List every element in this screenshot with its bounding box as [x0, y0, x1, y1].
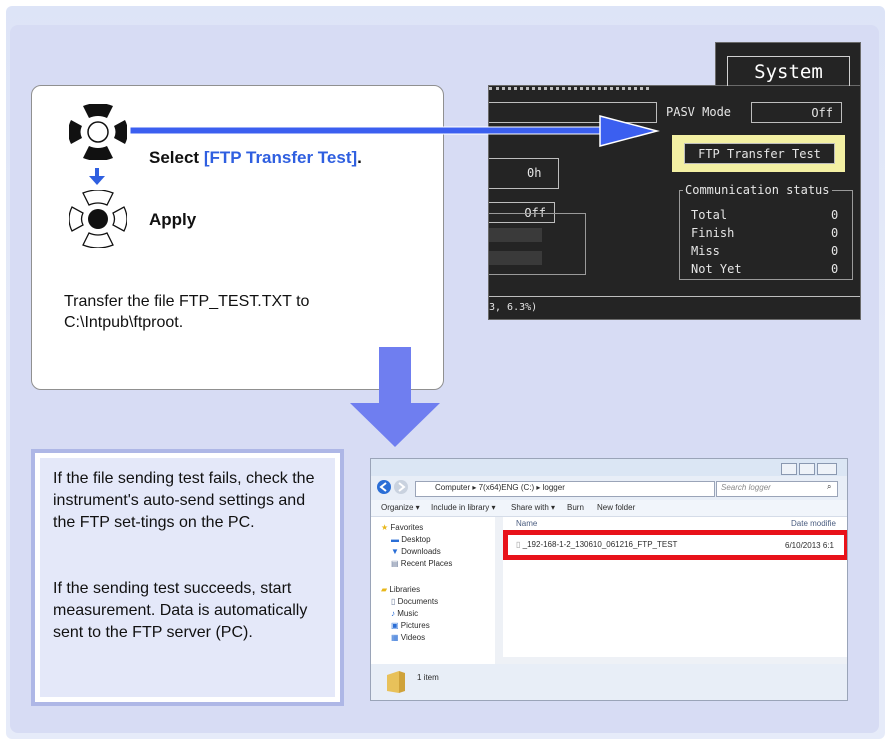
crumb-drive[interactable]: 7(x64)ENG (C:): [479, 483, 535, 492]
stat-notyet-label: Not Yet: [691, 262, 742, 276]
dark-field-1: [489, 228, 542, 242]
info-box: If the file sending test fails, check th…: [31, 449, 344, 706]
file-row[interactable]: ▯ _192-168-1-2_130610_061216_FTP_TEST: [516, 540, 677, 549]
close-button[interactable]: [817, 463, 838, 475]
minimize-button[interactable]: [781, 463, 797, 475]
status-text: 1 item: [417, 673, 439, 682]
scrollbar-horizontal[interactable]: [495, 657, 847, 664]
group-frame: [489, 213, 586, 275]
nav-pictures[interactable]: ▣ Pictures: [391, 621, 430, 630]
screen-divider: [489, 296, 860, 297]
toolbar-burn[interactable]: Burn: [567, 503, 584, 512]
nav-favorites[interactable]: ★ Favorites: [381, 523, 423, 532]
crumb-logger[interactable]: logger: [543, 483, 565, 492]
toolbar-organize[interactable]: Organize ▾: [381, 503, 420, 512]
dotted-separator: [489, 87, 649, 96]
stat-miss-label: Miss: [691, 244, 720, 258]
transfer-note: Transfer the file FTP_TEST.TXT to C:\Int…: [64, 293, 310, 331]
dark-field-2: [489, 251, 542, 265]
select-instruction: Select [FTP Transfer Test].: [149, 148, 362, 167]
fail-text: If the file sending test fails, check th…: [53, 470, 315, 531]
pasv-label: PASV Mode: [666, 105, 732, 119]
col-name-header[interactable]: Name: [516, 519, 537, 528]
explorer-window: Computer ▸ 7(x64)ENG (C:) ▸ logger Searc…: [370, 458, 848, 701]
stat-miss-value: 0: [831, 244, 839, 258]
folder-icon: [387, 671, 405, 693]
forward-button[interactable]: [393, 479, 409, 495]
enter-key-icon: [69, 190, 127, 248]
nav-downloads[interactable]: ▼ Downloads: [391, 547, 441, 556]
status-bar: [371, 664, 847, 700]
success-text: If the sending test succeeds, start meas…: [53, 580, 308, 641]
toolbar-share[interactable]: Share with ▾: [511, 503, 555, 512]
nav-documents[interactable]: ▯ Documents: [391, 597, 438, 606]
file-date: 6/10/2013 6:1: [785, 541, 834, 550]
crumb-computer[interactable]: Computer: [435, 483, 470, 492]
down-arrow-icon: [89, 168, 105, 185]
maximize-button[interactable]: [799, 463, 816, 475]
toolbar-include[interactable]: Include in library ▾: [431, 503, 496, 512]
pointer-arrow: [130, 115, 660, 147]
nav-music[interactable]: ♪ Music: [391, 609, 418, 618]
col-date-header[interactable]: Date modifie: [791, 519, 836, 528]
nav-pane: [371, 517, 496, 672]
ftp-transfer-test-button[interactable]: FTP Transfer Test: [684, 143, 835, 164]
pasv-value[interactable]: Off: [751, 102, 842, 123]
file-icon: ▯: [516, 540, 521, 549]
info-box-inner: If the file sending test fails, check th…: [40, 458, 335, 697]
apply-instruction: Apply: [149, 210, 197, 229]
system-tab[interactable]: System: [715, 42, 861, 86]
scrollbar-vertical[interactable]: [495, 517, 503, 657]
system-tab-label: System: [727, 56, 850, 86]
search-placeholder: Search logger: [721, 483, 771, 492]
stat-notyet-value: 0: [831, 262, 839, 276]
stat-total-value: 0: [831, 208, 839, 222]
search-icon: ⌕: [827, 482, 832, 491]
nav-recent[interactable]: ▤ Recent Places: [391, 559, 452, 568]
back-button[interactable]: [376, 479, 392, 495]
window-titlebar: [371, 459, 847, 476]
file-name: _192-168-1-2_130610_061216_FTP_TEST: [522, 540, 678, 549]
toolbar-new-folder[interactable]: New folder: [597, 503, 635, 512]
stat-finish-value: 0: [831, 226, 839, 240]
hours-value: 0h: [527, 166, 542, 180]
hours-box: [489, 158, 559, 189]
stat-total-label: Total: [691, 208, 728, 222]
stat-finish-label: Finish: [691, 226, 735, 240]
screen-footer-text: 3, 6.3%): [489, 302, 538, 313]
nav-desktop[interactable]: ▬ Desktop: [391, 535, 431, 544]
up-down-key-icon: [69, 104, 127, 160]
ftp-test-highlight: [FTP Transfer Test]: [203, 148, 358, 167]
window-controls: [781, 463, 838, 477]
nav-libraries[interactable]: ▰ Libraries: [381, 585, 420, 594]
nav-videos[interactable]: ▦ Videos: [391, 633, 425, 642]
breadcrumb: Computer ▸ 7(x64)ENG (C:) ▸ logger: [435, 483, 565, 492]
comm-status-title: Communication status: [683, 183, 832, 197]
flow-down-arrow: [350, 347, 440, 447]
